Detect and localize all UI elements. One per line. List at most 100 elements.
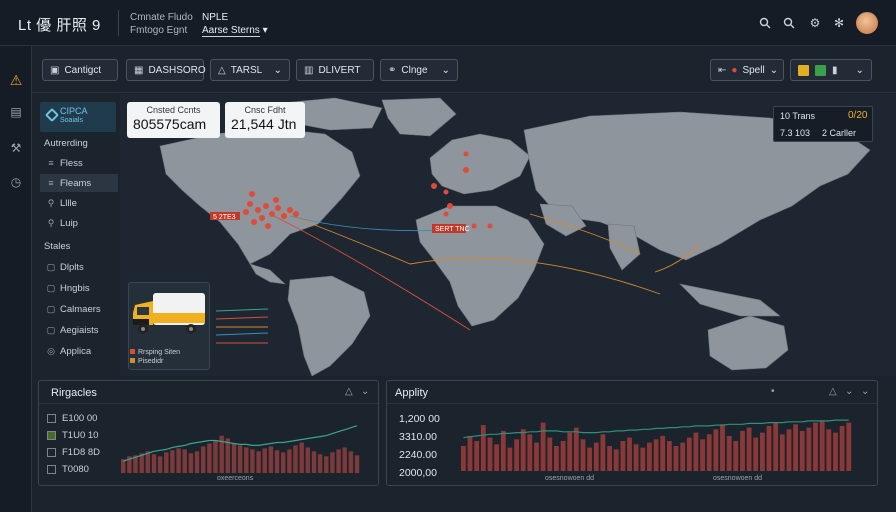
chart-bar[interactable] xyxy=(348,451,354,473)
trans-summary-card[interactable]: 10 Trans 0/20 7.3 103 2 Carller xyxy=(773,106,873,142)
chart-bar[interactable] xyxy=(256,451,261,473)
chart-bar[interactable] xyxy=(667,441,672,471)
chart-bar[interactable] xyxy=(207,443,212,474)
chart-bar[interactable] xyxy=(779,434,785,471)
chart-bar[interactable] xyxy=(342,447,347,473)
rirgacles-bar-chart[interactable] xyxy=(121,421,361,473)
chart-bar[interactable] xyxy=(311,451,317,473)
chart-bar[interactable] xyxy=(474,441,480,471)
chart-bar[interactable] xyxy=(225,438,230,474)
chart-bar[interactable] xyxy=(540,422,546,471)
legend-item[interactable]: T0080 xyxy=(47,464,89,475)
breadcrumb-status-dropdown[interactable]: NPLE Aarse Sterns ▾ xyxy=(202,11,268,37)
chart-bar[interactable] xyxy=(164,452,169,473)
chart-bar[interactable] xyxy=(547,437,553,471)
gear-icon[interactable]: ✻ xyxy=(830,14,848,32)
chart-bar[interactable] xyxy=(706,434,712,471)
chart-bar[interactable] xyxy=(231,443,237,474)
chevron-down-icon[interactable]: ⌄ xyxy=(845,386,853,397)
chart-bar[interactable] xyxy=(176,448,181,473)
chart-bar[interactable] xyxy=(766,425,772,471)
chart-bar[interactable] xyxy=(833,432,838,471)
chart-bar[interactable] xyxy=(567,432,573,471)
chart-bar[interactable] xyxy=(188,453,194,473)
battery-icon[interactable]: ▮ xyxy=(832,65,838,76)
chart-bar[interactable] xyxy=(194,451,200,473)
chart-bar[interactable] xyxy=(145,451,150,473)
chart-bar[interactable] xyxy=(157,456,163,473)
spell-dropdown[interactable]: ⇤ ● Spell ⌄ xyxy=(710,59,784,81)
chart-bar[interactable] xyxy=(673,446,679,471)
chart-bar[interactable] xyxy=(554,446,559,471)
green-flag-icon[interactable] xyxy=(815,64,826,76)
chart-bar[interactable] xyxy=(839,425,845,471)
chart-bar[interactable] xyxy=(760,432,765,471)
chart-bar[interactable] xyxy=(500,430,506,471)
chart-bar[interactable] xyxy=(262,448,267,473)
chart-bar[interactable] xyxy=(494,444,499,471)
search-icon[interactable] xyxy=(756,14,774,32)
chart-bar[interactable] xyxy=(281,452,286,473)
chart-bar[interactable] xyxy=(640,447,646,471)
alert-icon[interactable]: △ xyxy=(345,386,353,397)
chart-bar[interactable] xyxy=(336,449,341,473)
eu-region-badge[interactable]: SERT TNC xyxy=(435,226,470,233)
travel-dropdown[interactable]: △ TARSL ⌄ xyxy=(210,59,290,81)
chart-bar[interactable] xyxy=(627,437,632,471)
chevron-down-icon[interactable]: ⌄ xyxy=(861,386,869,397)
chart-bar[interactable] xyxy=(527,434,533,471)
chart-bar[interactable] xyxy=(740,430,745,471)
legend-item[interactable]: T1U0 10 xyxy=(47,430,98,441)
chart-bar[interactable] xyxy=(213,440,218,474)
chart-bar[interactable] xyxy=(799,430,805,471)
info-card-fdht[interactable]: Cnsc Fdht 21,544 Jtn xyxy=(225,102,305,138)
flags-group[interactable]: ▮ ⌄ xyxy=(790,59,872,81)
chart-bar[interactable] xyxy=(560,441,566,471)
legend-item[interactable]: E100 00 xyxy=(47,413,97,424)
chart-bar[interactable] xyxy=(534,442,539,471)
chart-bar[interactable] xyxy=(793,424,798,471)
sidebar-item-fleams[interactable]: ≡ Fleams xyxy=(40,174,118,192)
chart-bar[interactable] xyxy=(647,442,652,471)
chart-bar[interactable] xyxy=(686,437,692,471)
chart-bar[interactable] xyxy=(330,452,335,473)
warning-flag-icon[interactable] xyxy=(798,64,809,76)
chart-bar[interactable] xyxy=(633,444,639,471)
chart-bar[interactable] xyxy=(573,427,579,471)
info-card-counts[interactable]: Cnsted Ccnts 805575cam xyxy=(127,102,220,138)
sidebar-item-applica[interactable]: ◎ Applica xyxy=(40,342,118,360)
chart-bar[interactable] xyxy=(480,425,486,471)
chart-bar[interactable] xyxy=(846,422,852,471)
chart-bar[interactable] xyxy=(826,429,832,471)
chart-bar[interactable] xyxy=(587,447,592,471)
avatar[interactable] xyxy=(856,12,878,34)
chart-bar[interactable] xyxy=(507,447,513,471)
contact-button[interactable]: ▣ Cantigct xyxy=(42,59,118,81)
search-icon[interactable] xyxy=(780,14,798,32)
chart-bar[interactable] xyxy=(653,439,659,471)
sidebar-item-dlplts[interactable]: ▢ Dlplts xyxy=(40,258,118,276)
sidebar-item-luip[interactable]: ⚲ Luip xyxy=(40,214,118,232)
chart-bar[interactable] xyxy=(237,445,243,473)
chart-bar[interactable] xyxy=(201,446,206,473)
chart-bar[interactable] xyxy=(620,441,626,471)
breadcrumb-primary[interactable]: Cmnate Fludo Fmtogo Egnt xyxy=(130,11,193,37)
document-icon[interactable]: ▤ xyxy=(6,102,26,122)
chart-bar[interactable] xyxy=(607,446,612,471)
sidebar-item-lllle[interactable]: ⚲ Lllle xyxy=(40,194,118,212)
chart-bar[interactable] xyxy=(305,447,310,473)
chart-bar[interactable] xyxy=(274,450,280,473)
sidebar-logo[interactable]: CIPCA Soaials xyxy=(40,102,116,132)
chart-bar[interactable] xyxy=(613,449,619,471)
chart-bar[interactable] xyxy=(287,449,292,473)
chart-bar[interactable] xyxy=(461,446,466,471)
chart-bar[interactable] xyxy=(170,450,175,473)
chart-bar[interactable] xyxy=(733,441,739,471)
chart-bar[interactable] xyxy=(720,424,725,471)
chart-bar[interactable] xyxy=(250,449,255,473)
chart-bar[interactable] xyxy=(680,442,686,471)
chart-bar[interactable] xyxy=(726,435,732,471)
chart-bar[interactable] xyxy=(151,454,157,473)
clock-icon[interactable]: ◷ xyxy=(6,172,26,192)
chart-bar[interactable] xyxy=(354,455,360,473)
